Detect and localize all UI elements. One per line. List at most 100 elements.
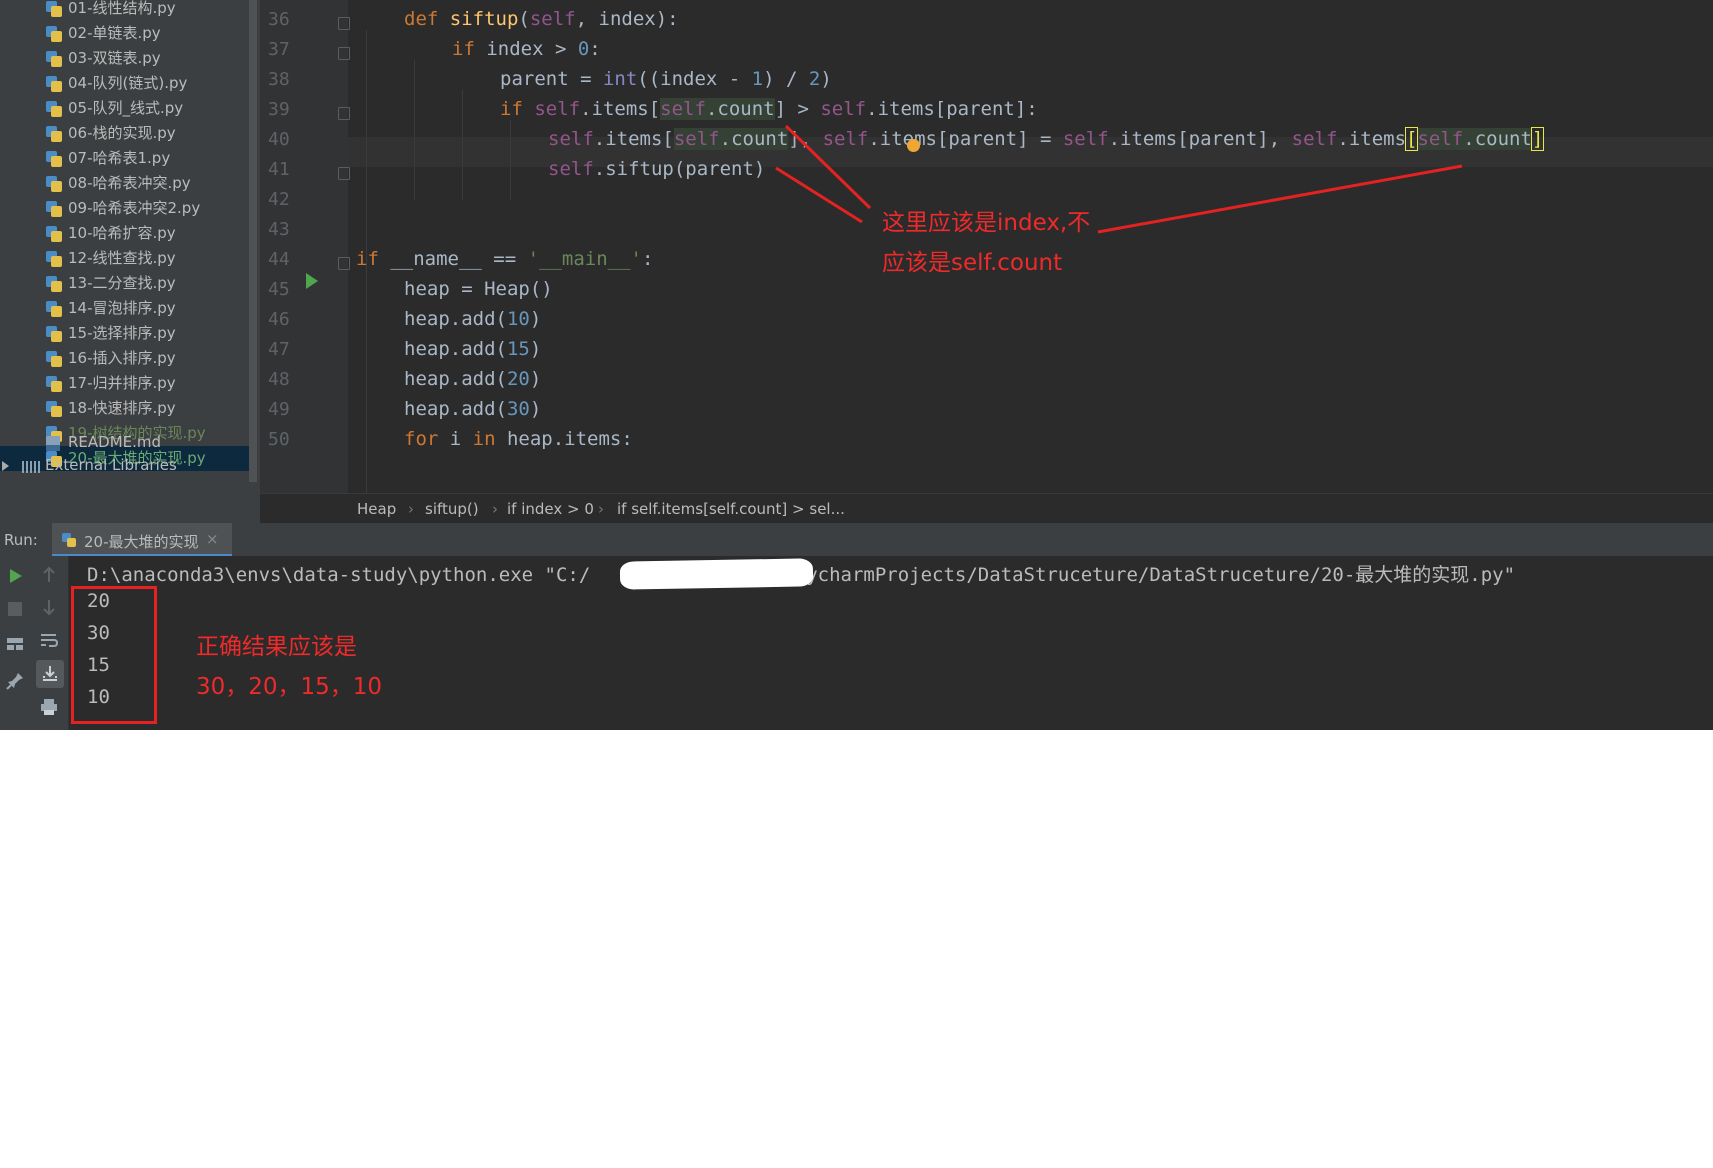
code-token: for: [404, 428, 439, 450]
line-number: 37: [268, 39, 290, 60]
tree-item-label: 03-双链表.py: [68, 49, 161, 67]
fold-marker-icon[interactable]: [338, 167, 350, 180]
fold-marker-icon[interactable]: [338, 17, 350, 30]
python-file-icon: [46, 351, 62, 367]
code-token: self: [529, 8, 576, 30]
tree-item-external-libraries[interactable]: External Libraries: [0, 453, 250, 478]
code-token: self: [822, 128, 869, 150]
code-token: ] >: [774, 98, 821, 120]
tree-item-file[interactable]: 02-单链表.py: [0, 21, 250, 46]
tree-item-label: 15-选择排序.py: [68, 324, 176, 342]
code-token: index >: [474, 38, 578, 60]
tree-item-label: 01-线性结构.py: [68, 0, 176, 17]
code-line: if index > 0:: [452, 38, 601, 60]
python-file-icon: [46, 176, 62, 192]
command-prefix: D:\anaconda3\envs\data-study\python.exe …: [87, 564, 591, 586]
tree-item-file[interactable]: 09-哈希表冲突2.py: [0, 196, 250, 221]
tree-item-readme[interactable]: README.md: [0, 430, 250, 455]
python-file-icon: [46, 126, 62, 142]
tree-scrollbar[interactable]: [249, 0, 257, 482]
python-file-icon: [46, 251, 62, 267]
tree-item-label: 18-快速排序.py: [68, 399, 176, 417]
tree-item-file[interactable]: 16-插入排序.py: [0, 346, 250, 371]
tree-item-file[interactable]: 13-二分查找.py: [0, 271, 250, 296]
tree-item-file[interactable]: 05-队列_线式.py: [0, 96, 250, 121]
python-file-icon: [46, 1, 62, 17]
tree-item-file[interactable]: 03-双链表.py: [0, 46, 250, 71]
tree-item-file[interactable]: 06-栈的实现.py: [0, 121, 250, 146]
code-token: :: [589, 38, 601, 60]
breadcrumb-item[interactable]: Heap: [357, 494, 396, 524]
code-token: 1: [751, 68, 764, 90]
code-token: heap.add(: [404, 338, 507, 360]
breadcrumb: Heap › siftup() › if index > 0 › if self…: [260, 493, 1713, 524]
breadcrumb-item[interactable]: if self.items[self.count] > sel...: [617, 494, 845, 524]
tree-item-file[interactable]: 01-线性结构.py: [0, 0, 250, 21]
python-file-icon: [46, 326, 62, 342]
soft-wrap-icon[interactable]: [40, 632, 58, 648]
annotation-box: [71, 586, 157, 724]
tree-item-file[interactable]: 15-选择排序.py: [0, 321, 250, 346]
annotation-note: 30，20，15，10: [196, 674, 383, 700]
editor-gutter: 36 37 38 39 40 41 42 43 44 45 46 47 48 49 50: [260, 0, 348, 493]
stop-icon[interactable]: [8, 602, 22, 616]
code-token: if: [452, 38, 475, 60]
layout-icon[interactable]: [6, 636, 24, 652]
scroll-to-end-button[interactable]: [36, 660, 64, 688]
code-token: .items[parent],: [1108, 128, 1292, 150]
breadcrumb-item[interactable]: siftup(): [425, 494, 479, 524]
code-token: self: [660, 98, 706, 120]
run-tab[interactable]: 20-最大堆的实现 ×: [52, 523, 232, 557]
python-file-icon: [46, 226, 62, 242]
arrow-down-icon[interactable]: [41, 598, 57, 616]
code-token: .siftup(parent): [593, 158, 766, 180]
code-token: if: [356, 248, 379, 270]
tree-item-file[interactable]: 08-哈希表冲突.py: [0, 171, 250, 196]
close-icon[interactable]: ×: [206, 530, 219, 548]
breadcrumb-separator: ›: [598, 500, 604, 518]
tree-item-label: 06-栈的实现.py: [68, 124, 176, 142]
breadcrumb-separator: ›: [492, 500, 498, 518]
code-token: .items[parent] =: [868, 128, 1063, 150]
code-token: .: [719, 128, 732, 150]
tree-item-file[interactable]: 10-哈希扩容.py: [0, 221, 250, 246]
rerun-icon[interactable]: [8, 568, 24, 584]
code-token: self: [548, 158, 594, 180]
code-token: , index):: [575, 8, 679, 30]
code-line: self.siftup(parent): [548, 158, 765, 180]
code-line: if self.items[self.count] > self.items[p…: [500, 98, 1038, 120]
print-icon[interactable]: [40, 698, 58, 716]
tree-item-label: 05-队列_线式.py: [68, 99, 184, 117]
tree-item-file[interactable]: 12-线性查找.py: [0, 246, 250, 271]
line-number: 45: [268, 279, 290, 300]
tree-item-file[interactable]: 04-队列(链式).py: [0, 71, 250, 96]
line-number: 43: [268, 219, 290, 240]
run-gutter-icon[interactable]: [306, 273, 318, 289]
python-file-icon: [46, 376, 62, 392]
annotation-note: 这里应该是index,不: [882, 210, 1091, 236]
arrow-up-icon[interactable]: [41, 566, 57, 584]
code-token: self: [1417, 128, 1464, 150]
line-number: 36: [268, 9, 290, 30]
code-line: def siftup(self, index):: [404, 8, 679, 30]
tree-item-file[interactable]: 18-快速排序.py: [0, 396, 250, 421]
python-icon: [62, 533, 76, 547]
tree-item-file[interactable]: 07-哈希表1.py: [0, 146, 250, 171]
line-number: 41: [268, 159, 290, 180]
code-token: 20: [506, 368, 530, 390]
code-token: 2: [808, 68, 821, 90]
breadcrumb-item[interactable]: if index > 0: [507, 494, 594, 524]
fold-marker-icon[interactable]: [338, 107, 350, 120]
line-number: 39: [268, 99, 290, 120]
code-token: .: [705, 98, 718, 120]
tree-item-label: 10-哈希扩容.py: [68, 224, 176, 242]
lightbulb-icon[interactable]: [907, 139, 920, 152]
project-tree: 01-线性结构.py 02-单链表.py 03-双链表.py 04-队列(链式).py…: [0, 0, 260, 523]
tree-item-file[interactable]: 14-冒泡排序.py: [0, 296, 250, 321]
pin-icon[interactable]: [6, 672, 24, 690]
fold-marker-icon[interactable]: [338, 257, 350, 270]
expand-arrow-icon[interactable]: [2, 461, 9, 471]
tree-item-file[interactable]: 17-归并排序.py: [0, 371, 250, 396]
fold-marker-icon[interactable]: [338, 47, 350, 60]
code-line: for i in heap.items:: [404, 428, 633, 450]
